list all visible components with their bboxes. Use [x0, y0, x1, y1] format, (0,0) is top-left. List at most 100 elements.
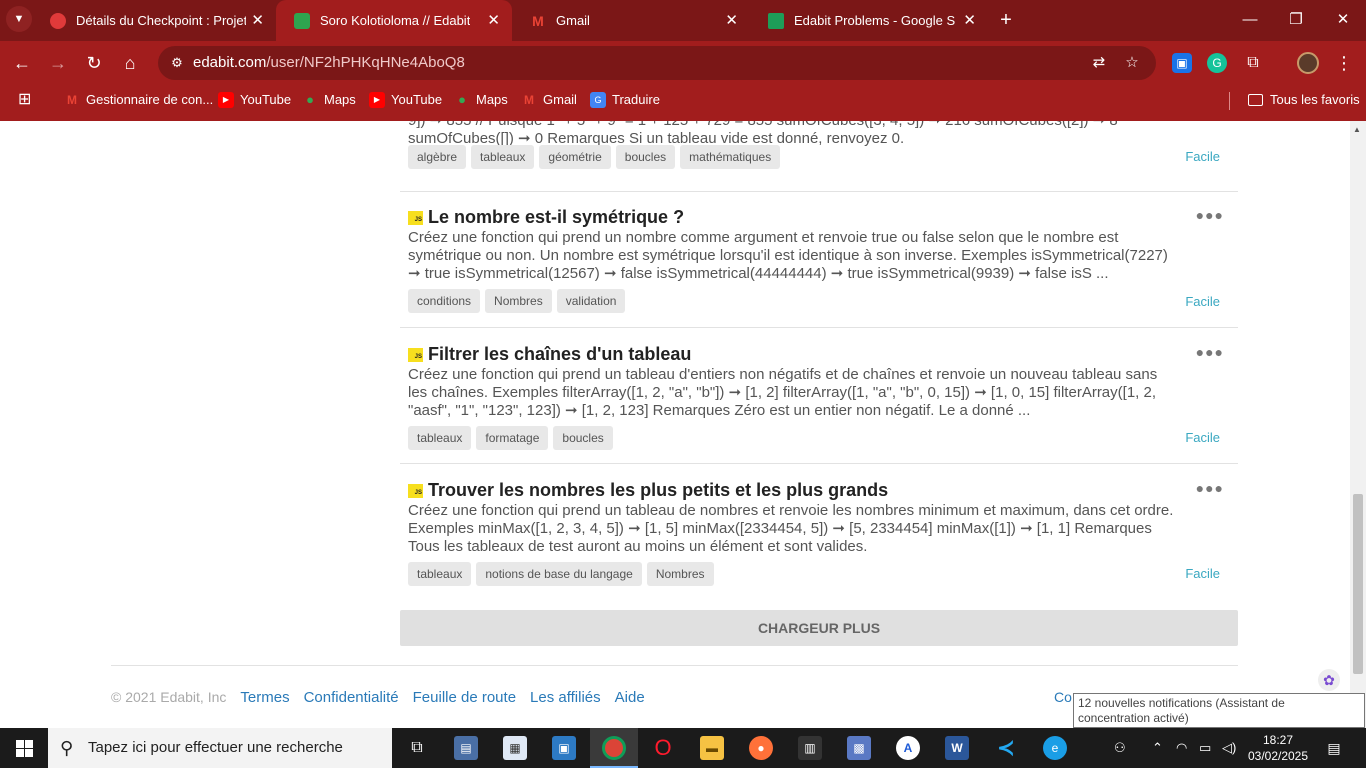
tag[interactable]: notions de base du langage	[476, 562, 642, 586]
tab-edabit-profile[interactable]: Soro Kolotioloma // Edabit ✕	[276, 0, 512, 41]
task-view-icon[interactable]: ⧉	[405, 736, 429, 760]
tag[interactable]: algèbre	[408, 145, 467, 169]
footer-link-roadmap[interactable]: Feuille de route	[413, 689, 516, 706]
scroll-up-arrow-icon[interactable]: ▲	[1353, 125, 1361, 134]
system-clock[interactable]: 18:27 03/02/2025	[1246, 732, 1310, 764]
taskbar-search-input[interactable]: ⚲ Tapez ici pour effectuer une recherche	[48, 728, 392, 768]
tag[interactable]: conditions	[408, 289, 481, 313]
bookmark-maps-2[interactable]: ● Maps	[454, 85, 508, 115]
tag[interactable]: mathématiques	[680, 145, 781, 169]
chevron-up-icon[interactable]: ⌃	[1152, 740, 1163, 756]
challenge-title[interactable]: JS Filtrer les chaînes d'un tableau	[408, 342, 691, 366]
brain-extension-icon[interactable]: ✿	[1318, 669, 1340, 691]
tag[interactable]: formatage	[476, 426, 549, 450]
tag[interactable]: géométrie	[539, 145, 611, 169]
all-bookmarks-folder[interactable]: Tous les favoris	[1248, 85, 1360, 115]
site-info-icon[interactable]: ⚙	[168, 54, 186, 72]
maps-icon: ●	[306, 92, 314, 107]
back-button[interactable]: ←	[10, 51, 34, 75]
app-icon[interactable]: ▩	[847, 736, 871, 760]
bookmark-star-icon[interactable]: ☆	[1123, 54, 1141, 72]
browser-toolbar: ← → ↻ ⌂ ⚙ edabit.com/user/NF2hPHKqHNe4Ab…	[0, 41, 1366, 85]
scrollbar-thumb[interactable]	[1353, 494, 1363, 674]
tag[interactable]: tableaux	[408, 426, 472, 450]
app-a-icon[interactable]: A	[896, 736, 920, 760]
challenge-card[interactable]: JS Le nombre est-il symétrique ? ●●● Crée…	[400, 205, 1238, 315]
close-icon[interactable]: ✕	[725, 0, 738, 41]
firefox-icon[interactable]: ●	[749, 736, 773, 760]
challenge-card[interactable]: 9]) ➞ 855 // Puisque 1³ + 5³ + 9³ = 1 + …	[400, 121, 1238, 188]
home-button[interactable]: ⌂	[118, 51, 142, 75]
tab-search-button[interactable]: ▼	[6, 6, 32, 32]
more-options-icon[interactable]: ●●●	[1196, 344, 1224, 360]
extension-icon[interactable]: ▣	[1172, 53, 1192, 73]
new-tab-button[interactable]: +	[996, 8, 1016, 32]
challenge-card[interactable]: JS Filtrer les chaînes d'un tableau ●●● C…	[400, 342, 1238, 452]
close-icon[interactable]: ✕	[487, 0, 500, 41]
tag[interactable]: validation	[556, 289, 626, 313]
people-icon[interactable]: ⚇	[1114, 740, 1126, 756]
tag[interactable]: tableaux	[408, 562, 472, 586]
computer-app-icon[interactable]: ▤	[454, 736, 478, 760]
challenge-title[interactable]: JS Le nombre est-il symétrique ?	[408, 205, 684, 229]
grammarly-icon[interactable]: G	[1207, 53, 1227, 73]
restore-button[interactable]: ❐	[1284, 8, 1308, 32]
bookmark-gmail[interactable]: M Gmail	[521, 85, 577, 115]
footer-link-terms[interactable]: Termes	[240, 689, 289, 706]
tag[interactable]: boucles	[553, 426, 613, 450]
bookmark-maps[interactable]: ● Maps	[302, 85, 356, 115]
windows-start-button[interactable]	[0, 728, 48, 768]
bookmark-youtube-2[interactable]: ▶ YouTube	[369, 85, 442, 115]
window-close-button[interactable]: ✕	[1331, 8, 1355, 32]
challenge-card[interactable]: JS Trouver les nombres les plus petits et…	[400, 478, 1238, 588]
footer-link-affiliates[interactable]: Les affiliés	[530, 689, 601, 706]
bookmark-gestionnaire[interactable]: M Gestionnaire de con...	[64, 85, 213, 115]
translate-icon[interactable]: ⇄	[1090, 54, 1108, 72]
bookmark-label: Maps	[324, 92, 356, 107]
apps-grid-icon[interactable]: ⊞	[18, 85, 31, 115]
forward-button[interactable]: →	[46, 51, 70, 75]
chrome-menu-icon[interactable]: ⋮	[1332, 51, 1356, 75]
load-more-button[interactable]: CHARGEUR PLUS	[400, 610, 1238, 646]
battery-icon[interactable]: ▭	[1199, 740, 1211, 756]
tab-checkpoint[interactable]: Détails du Checkpoint : Projet 1 ✕	[32, 0, 276, 41]
profile-avatar[interactable]	[1297, 52, 1319, 74]
notification-center-icon[interactable]: ▤	[1322, 736, 1346, 760]
bookmark-traduire[interactable]: G Traduire	[590, 85, 660, 115]
tag[interactable]: Nombres	[485, 289, 552, 313]
tab-google-sheets[interactable]: Edabit Problems - Google Sheets ✕	[750, 0, 988, 41]
opera-icon[interactable]: O	[651, 736, 675, 760]
edge-icon[interactable]: e	[1043, 736, 1067, 760]
bookmark-youtube[interactable]: ▶ YouTube	[218, 85, 291, 115]
footer-link-partial[interactable]: Co	[1054, 689, 1072, 705]
footer-link-privacy[interactable]: Confidentialité	[304, 689, 399, 706]
footer-link-help[interactable]: Aide	[615, 689, 645, 706]
maps-icon: ●	[458, 92, 466, 107]
word-icon[interactable]: W	[945, 736, 969, 760]
address-bar[interactable]: ⚙ edabit.com/user/NF2hPHKqHNe4AboQ8 ⇄ ☆	[158, 46, 1156, 80]
close-icon[interactable]: ✕	[963, 0, 976, 41]
reload-button[interactable]: ↻	[82, 51, 106, 75]
store-icon[interactable]: ▥	[798, 736, 822, 760]
tab-gmail[interactable]: M Gmail ✕	[512, 0, 750, 41]
minimize-button[interactable]: —	[1238, 8, 1262, 32]
control-panel-icon[interactable]: ▣	[552, 736, 576, 760]
challenge-title[interactable]: JS Trouver les nombres les plus petits et…	[408, 478, 888, 502]
volume-icon[interactable]: ◁)	[1222, 740, 1236, 756]
tag[interactable]: boucles	[615, 145, 676, 169]
file-explorer-icon[interactable]: ▬	[700, 736, 724, 760]
url-text[interactable]: edabit.com/user/NF2hPHKqHNe4AboQ8	[193, 46, 465, 80]
close-icon[interactable]: ✕	[251, 0, 264, 41]
more-options-icon[interactable]: ●●●	[1196, 207, 1224, 223]
page-scrollbar[interactable]: ▲	[1350, 121, 1366, 728]
tag[interactable]: Nombres	[646, 562, 714, 586]
challenge-description: Créez une fonction qui prend un tableau …	[408, 366, 1158, 419]
document-app-icon[interactable]: ▦	[503, 736, 527, 760]
more-options-icon[interactable]: ●●●	[1196, 480, 1224, 496]
tag[interactable]: tableaux	[471, 145, 535, 169]
wifi-icon[interactable]: ◠	[1176, 740, 1187, 756]
extensions-puzzle-icon[interactable]: ⧉	[1243, 53, 1263, 73]
chrome-icon[interactable]	[602, 736, 626, 760]
vscode-icon[interactable]: ≺	[994, 736, 1018, 760]
divider	[400, 463, 1238, 464]
